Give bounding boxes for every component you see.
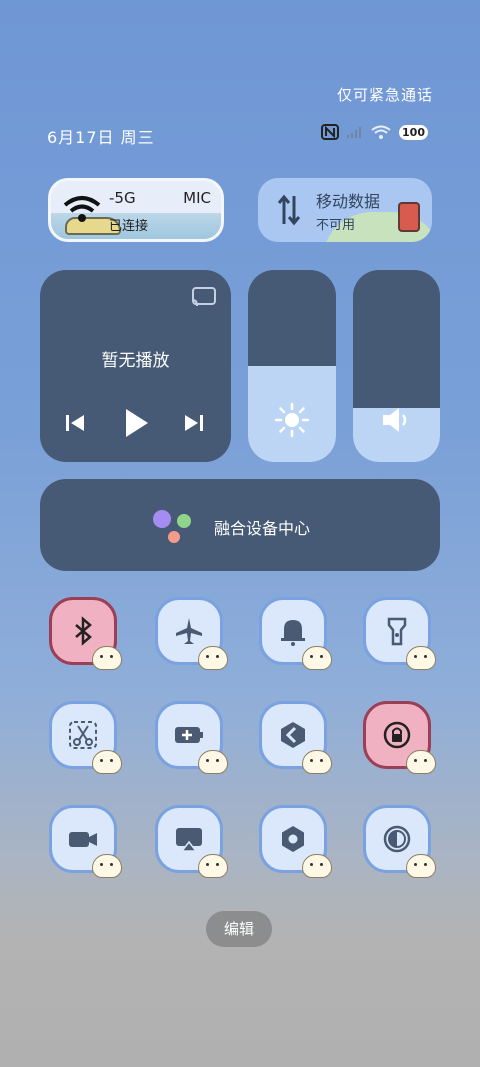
status-icons: 100 <box>321 124 428 140</box>
mascot-decoration-icon <box>198 646 228 670</box>
mascot-decoration-icon <box>198 854 228 878</box>
mobile-data-title: 移动数据 <box>316 192 381 211</box>
door-decoration-icon <box>398 202 420 232</box>
battery-icon: 100 <box>399 124 428 140</box>
link-icon <box>281 722 305 748</box>
scissors-icon <box>69 721 97 749</box>
wifi-icon <box>63 196 101 222</box>
video-camera-icon <box>69 832 97 847</box>
cast-icon[interactable] <box>191 286 217 308</box>
brightness-icon <box>274 402 310 438</box>
mascot-decoration-icon <box>302 854 332 878</box>
mascot-decoration-icon <box>92 854 122 878</box>
flashlight-toggle[interactable] <box>363 597 436 670</box>
device-hub-label: 融合设备中心 <box>214 519 311 538</box>
wifi-icon <box>371 125 391 139</box>
media-player-tile[interactable]: 暂无播放 <box>40 270 231 462</box>
airplane-icon <box>176 618 202 644</box>
wifi-tile[interactable]: -5G MIC 已连接 <box>48 178 224 242</box>
mascot-decoration-icon <box>406 854 436 878</box>
airplane-mode-toggle[interactable] <box>155 597 228 670</box>
mascot-decoration-icon <box>406 646 436 670</box>
settings-icon <box>282 826 304 852</box>
device-hub-tile[interactable]: 融合设备中心 <box>40 479 440 571</box>
bluetooth-icon <box>75 616 92 646</box>
rotation-lock-icon <box>383 721 411 749</box>
screen-cast-icon <box>176 828 202 852</box>
rotation-lock-toggle[interactable] <box>363 701 436 774</box>
signal-icon <box>347 127 362 138</box>
link-toggle[interactable] <box>259 701 332 774</box>
mascot-decoration-icon <box>198 750 228 774</box>
device-hub-icon <box>153 510 191 543</box>
nfc-icon <box>321 124 340 140</box>
play-icon[interactable] <box>122 407 150 439</box>
volume-icon <box>383 408 407 432</box>
mobile-data-status: 不可用 <box>316 218 356 233</box>
next-icon[interactable] <box>183 412 205 434</box>
mascot-decoration-icon <box>302 646 332 670</box>
dark-mode-toggle[interactable] <box>363 805 436 878</box>
wifi-ssid: -5G <box>109 189 136 207</box>
mascot-decoration-icon <box>302 750 332 774</box>
mascot-decoration-icon <box>92 750 122 774</box>
previous-icon[interactable] <box>64 412 86 434</box>
settings-toggle[interactable] <box>259 805 332 878</box>
bluetooth-toggle[interactable] <box>49 597 122 670</box>
mascot-decoration-icon <box>92 646 122 670</box>
date-text: 6月17日 周三 <box>47 128 155 147</box>
wifi-status: 已连接 <box>109 219 149 234</box>
notification-toggle[interactable] <box>259 597 332 670</box>
volume-slider[interactable] <box>353 270 440 462</box>
wifi-ssid-suffix: MIC <box>183 189 211 207</box>
edit-button[interactable]: 编辑 <box>206 911 272 947</box>
emergency-call-text: 仅可紧急通话 <box>336 86 433 104</box>
flashlight-icon <box>387 617 407 646</box>
screenshot-toggle[interactable] <box>49 701 122 774</box>
mobile-data-tile[interactable]: 移动数据 不可用 <box>258 178 432 242</box>
dark-mode-icon <box>383 825 411 853</box>
battery-plus-icon <box>175 727 203 743</box>
data-transfer-icon <box>277 194 301 226</box>
battery-saver-toggle[interactable] <box>155 701 228 774</box>
bell-icon <box>281 620 305 646</box>
brightness-slider[interactable] <box>248 270 336 462</box>
mascot-decoration-icon <box>406 750 436 774</box>
screen-record-toggle[interactable] <box>49 805 122 878</box>
media-title: 暂无播放 <box>101 351 170 371</box>
cast-toggle[interactable] <box>155 805 228 878</box>
